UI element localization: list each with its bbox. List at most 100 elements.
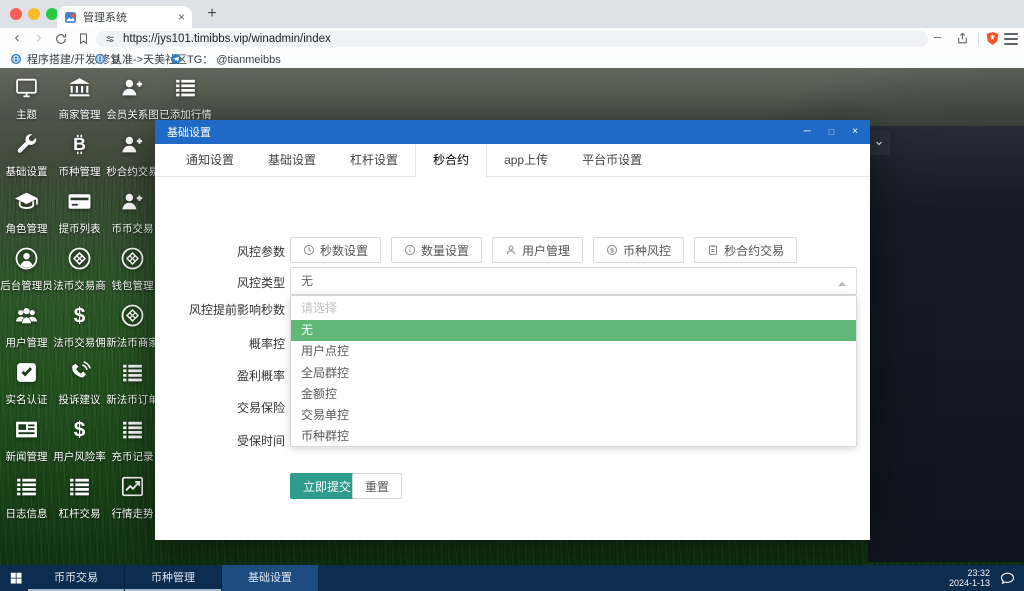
desktop-icon-merchant-management[interactable]: 商家管理 xyxy=(53,75,106,129)
url-text[interactable]: https://jys101.timibbs.vip/winadmin/inde… xyxy=(123,33,331,45)
desktop-icon-second-contract-trade[interactable]: 秒合约交易 xyxy=(106,132,159,186)
desktop-icon-label: 主题 xyxy=(0,107,53,122)
dropdown-option-coin-group-control[interactable]: 币种群控 xyxy=(291,426,856,447)
user-circle-icon xyxy=(14,246,39,271)
risk-param-buttons: 秒数设置 数量设置 用户管理 币种风控 秒合约交易 xyxy=(290,237,797,263)
desktop-icon-market-trend[interactable]: 行情走势 xyxy=(106,474,159,528)
desktop-icon-new-fiat-merchants[interactable]: 新法币商家 xyxy=(106,303,159,357)
brave-shield-icon[interactable] xyxy=(985,31,1000,46)
url-bar[interactable]: https://jys101.timibbs.vip/winadmin/inde… xyxy=(96,31,928,47)
taskbar-item-coin-trade[interactable]: 币币交易 xyxy=(28,565,125,591)
desktop-icon-label: 会员关系图 xyxy=(106,107,159,122)
user-icon xyxy=(505,244,517,256)
reset-button[interactable]: 重置 xyxy=(352,473,402,499)
seconds-settings-button[interactable]: 秒数设置 xyxy=(290,237,381,263)
desktop-icon-label: 提币列表 xyxy=(53,221,106,236)
window-close-button[interactable]: × xyxy=(852,120,858,144)
forward-button[interactable]: › xyxy=(30,29,48,46)
back-button[interactable]: ‹ xyxy=(8,29,26,46)
window-titlebar[interactable]: 基础设置 ─ □ × xyxy=(155,120,870,144)
desktop-icon-label: 基础设置 xyxy=(0,164,53,179)
desktop-icon-coin-management[interactable]: 币种管理 xyxy=(53,132,106,186)
coin-risk-button[interactable]: 币种风控 xyxy=(593,237,684,263)
taskbar-item-basic-settings[interactable]: 基础设置 xyxy=(222,565,319,591)
dropdown-option-amount-control[interactable]: 金额控 xyxy=(291,384,856,405)
desktop-icon-coin-trade[interactable]: 币币交易 xyxy=(106,189,159,243)
quantity-settings-button[interactable]: 数量设置 xyxy=(391,237,482,263)
list-icon xyxy=(173,75,198,100)
bookmark-item[interactable]: TG： @tianmeibbs xyxy=(170,52,281,66)
extension-icon[interactable]: – xyxy=(934,29,941,44)
desktop-icon-member-relations[interactable]: 会员关系图 xyxy=(106,75,159,129)
desktop-icon-new-fiat-orders[interactable]: 新法币订单 xyxy=(106,360,159,414)
desktop-icon-theme[interactable]: 主题 xyxy=(0,75,53,129)
desktop-icon-kyc[interactable]: 实名认证 xyxy=(0,360,53,414)
dropdown-option-global-group-control[interactable]: 全局群控 xyxy=(291,363,856,384)
chat-bubble-icon[interactable] xyxy=(999,570,1016,587)
dollar-icon xyxy=(67,417,92,442)
desktop-icon-leverage-trade[interactable]: 杠杆交易 xyxy=(53,474,106,528)
taskbar-items: 币币交易 币种管理 基础设置 xyxy=(28,565,319,591)
user-management-button[interactable]: 用户管理 xyxy=(492,237,583,263)
profit-probability-label: 盈利概率 xyxy=(155,367,285,384)
desktop-icon-deposit-records[interactable]: 充币记录 xyxy=(106,417,159,471)
coin-icon xyxy=(67,246,92,271)
desktop-icon-wallet-management[interactable]: 钱包管理 xyxy=(106,246,159,300)
tab-close-icon[interactable]: × xyxy=(178,10,185,24)
graduation-cap-icon xyxy=(14,189,39,214)
taskbar-clock: 23:32 2024-1-13 xyxy=(949,568,990,588)
tab-platform-coin[interactable]: 平台币设置 xyxy=(565,144,659,176)
reload-button[interactable] xyxy=(54,32,68,46)
macos-minimize-button[interactable] xyxy=(28,8,40,20)
macos-close-button[interactable] xyxy=(10,8,22,20)
tab-basic-settings[interactable]: 基础设置 xyxy=(251,144,333,176)
dollar-icon xyxy=(67,303,92,328)
users-icon xyxy=(14,303,39,328)
dropdown-option-order-control[interactable]: 交易单控 xyxy=(291,405,856,426)
browser-tab[interactable]: 管理系统 × xyxy=(57,6,192,28)
desktop-icon-withdraw-list[interactable]: 提币列表 xyxy=(53,189,106,243)
risk-type-select[interactable]: 无 xyxy=(290,267,857,295)
tune-icon[interactable] xyxy=(105,34,115,44)
risk-type-label: 风控类型 xyxy=(155,274,285,291)
tab-leverage-settings[interactable]: 杠杆设置 xyxy=(333,144,415,176)
tab-second-contract[interactable]: 秒合约 xyxy=(415,144,487,177)
desktop-icon-label: 角色管理 xyxy=(0,221,53,236)
share-icon[interactable] xyxy=(956,32,969,45)
desktop-icon-fiat-merchants[interactable]: 法币交易商 xyxy=(53,246,106,300)
site-favicon xyxy=(64,11,77,24)
dropdown-option-none[interactable]: 无 xyxy=(291,320,856,341)
taskbar-item-coin-management[interactable]: 币种管理 xyxy=(125,565,222,591)
list-icon xyxy=(120,417,145,442)
probability-control-label: 概率控 xyxy=(155,335,285,352)
pre-impact-seconds-label: 风控提前影响秒数 xyxy=(155,301,285,318)
window-maximize-button[interactable]: □ xyxy=(829,120,834,144)
window-minimize-button[interactable]: ─ xyxy=(804,120,811,144)
menu-icon[interactable] xyxy=(1004,33,1018,45)
tab-notify-settings[interactable]: 通知设置 xyxy=(169,144,251,176)
desktop-icon-user-management[interactable]: 用户管理 xyxy=(0,303,53,357)
desktop-icon-news-management[interactable]: 新闻管理 xyxy=(0,417,53,471)
wrench-icon xyxy=(14,132,39,157)
right-drawer xyxy=(868,126,1024,562)
monitor-icon xyxy=(14,75,39,100)
contract-trade-button[interactable]: 秒合约交易 xyxy=(694,237,797,263)
desktop-icon-label: 新法币订单 xyxy=(106,392,159,407)
toolbar-divider xyxy=(978,33,979,45)
desktop-icon-basic-settings[interactable]: 基础设置 xyxy=(0,132,53,186)
desktop-icon-role-management[interactable]: 角色管理 xyxy=(0,189,53,243)
check-square-icon xyxy=(14,360,39,385)
desktop-icon-fiat-commission[interactable]: 法币交易佣 xyxy=(53,303,106,357)
desktop-icon-admin-users[interactable]: 后台管理员 xyxy=(0,246,53,300)
bookmark-icon[interactable] xyxy=(77,32,90,45)
dropdown-placeholder: 请选择 xyxy=(291,296,856,320)
tab-app-upload[interactable]: app上传 xyxy=(487,144,565,176)
desktop-icon-user-risk-rate[interactable]: 用户风险率 xyxy=(53,417,106,471)
desktop-icon-log-info[interactable]: 日志信息 xyxy=(0,474,53,528)
new-tab-button[interactable]: + xyxy=(202,4,222,24)
drawer-toggle-button[interactable] xyxy=(868,131,890,155)
start-grid-icon[interactable] xyxy=(9,571,23,585)
desktop-icon-complaints[interactable]: 投诉建议 xyxy=(53,360,106,414)
caret-up-icon xyxy=(838,278,846,286)
dropdown-option-user-point-control[interactable]: 用户点控 xyxy=(291,341,856,362)
